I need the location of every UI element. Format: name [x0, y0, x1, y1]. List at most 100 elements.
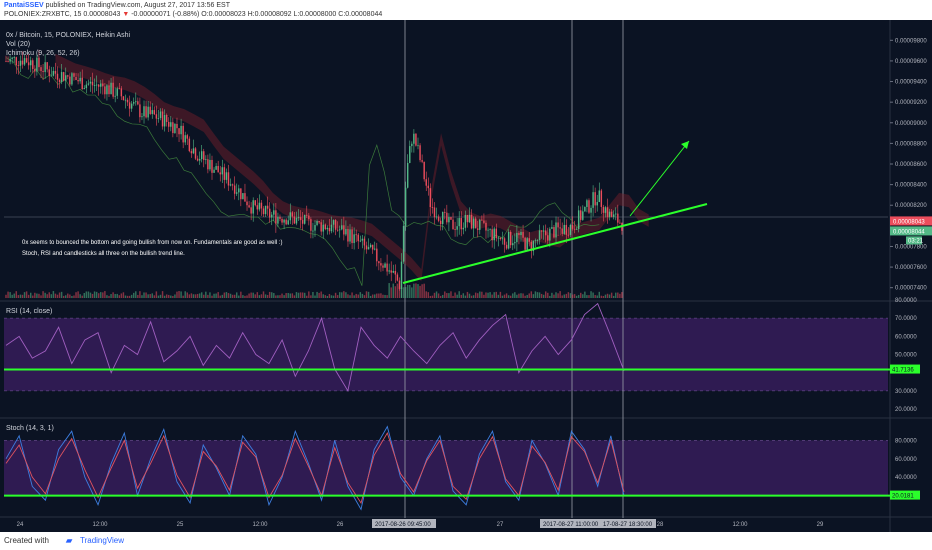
volume-bar — [450, 291, 452, 298]
volume-bar — [456, 294, 458, 298]
volume-bar — [287, 292, 289, 298]
volume-bar — [48, 292, 50, 298]
time-tick-label: 12:00 — [732, 522, 748, 528]
volume-bar — [338, 292, 341, 298]
volume-bar — [542, 294, 545, 298]
volume-bar — [487, 292, 489, 298]
volume-bars — [5, 283, 623, 298]
volume-bar — [332, 295, 335, 298]
volume-bar — [386, 295, 388, 298]
candle-body — [29, 60, 32, 66]
volume-bar — [100, 292, 102, 298]
last-price: 0.00008043 — [83, 11, 121, 18]
candle-body — [367, 247, 370, 250]
candle-body — [497, 237, 500, 239]
volume-bar — [621, 292, 623, 298]
candle-body — [400, 261, 403, 289]
candle-body — [505, 244, 508, 249]
candle-body — [409, 146, 411, 163]
volume-bar — [503, 294, 506, 298]
candle-body — [353, 234, 355, 244]
candle-body — [536, 240, 539, 241]
candle-body — [392, 271, 395, 273]
volume-bar — [207, 294, 209, 298]
volume-bar — [382, 294, 384, 298]
volume-bar — [363, 295, 366, 298]
time-tick-label: 12:00 — [252, 522, 268, 528]
volume-bar — [209, 292, 211, 298]
candle-body — [238, 188, 240, 193]
chart-svg[interactable]: 0.00009800 0.00009600 0.00009400 0.00009200… — [0, 20, 932, 532]
volume-bar — [324, 295, 327, 298]
candle-body — [577, 210, 580, 230]
volume-bar — [388, 283, 390, 298]
volume-bar — [345, 292, 347, 298]
candle-body — [221, 167, 224, 175]
volume-bar — [470, 295, 473, 298]
volume-bar — [561, 295, 563, 298]
marker-date-1: 2017-08-26 09:45:00 — [375, 522, 431, 528]
candle-body — [555, 222, 557, 238]
volume-bar — [310, 295, 312, 298]
volume-bar — [530, 291, 533, 298]
volume-bar — [374, 294, 376, 298]
volume-bar — [528, 293, 530, 298]
volume-bar — [34, 292, 36, 298]
candle-body — [281, 218, 283, 223]
volume-bar — [347, 294, 349, 298]
candle-body — [345, 229, 347, 235]
candle-body — [161, 111, 164, 127]
candle-body — [219, 172, 221, 175]
volume-bar — [174, 294, 176, 298]
candle-body — [174, 123, 176, 134]
candle-body — [470, 214, 473, 229]
candle-body — [441, 211, 444, 225]
candle-body — [590, 207, 592, 213]
candle-body — [143, 106, 145, 117]
candle-body — [258, 202, 261, 210]
volume-bar — [275, 295, 277, 298]
volume-bar — [425, 291, 427, 298]
candle-body — [5, 60, 7, 62]
candle-body — [112, 82, 114, 97]
volume-bar — [421, 284, 423, 298]
volume-bar — [612, 295, 615, 298]
countdown-label: 03:21 — [908, 238, 924, 244]
candle-body — [423, 161, 425, 180]
volume-bar — [507, 295, 510, 298]
candle-body — [606, 207, 609, 218]
volume-bar — [106, 295, 108, 298]
volume-bar — [11, 294, 13, 298]
candle-body — [604, 207, 607, 213]
volume-bar — [586, 295, 588, 298]
candle-body — [151, 110, 153, 114]
tradingview-logo-icon[interactable]: ▰ — [66, 536, 72, 545]
publish-line: PantaiSSEV published on TradingView.com,… — [4, 2, 230, 9]
author-link[interactable]: PantaiSSEV — [4, 2, 44, 9]
chart-area[interactable]: 0.00009800 0.00009600 0.00009400 0.00009200… — [0, 20, 932, 532]
candle-body — [203, 151, 205, 160]
volume-bar — [182, 295, 184, 298]
symbol-line: POLONIEX:ZRXBTC, 15 0.00008043 ▼ -0.0000… — [4, 11, 382, 18]
volume-bar — [163, 295, 166, 298]
volume-bar — [120, 293, 123, 298]
candle-body — [73, 73, 75, 77]
volume-bar — [520, 293, 522, 298]
volume-bar — [248, 293, 250, 298]
candle-body — [194, 148, 197, 159]
volume-bar — [365, 291, 368, 298]
candle-body — [168, 121, 170, 127]
volume-bar — [223, 292, 226, 298]
rsi-legend: RSI (14, close) — [6, 308, 52, 315]
candle-body — [248, 205, 250, 208]
volume-bar — [555, 292, 557, 298]
volume-bar — [606, 293, 609, 298]
tradingview-link[interactable]: TradingView — [80, 536, 124, 545]
volume-bar — [277, 295, 279, 298]
volume-bar — [291, 293, 294, 298]
candle-body — [40, 67, 42, 72]
volume-bar — [38, 293, 40, 298]
price-tick-label: 0.00009800 — [895, 38, 927, 44]
candle-body — [413, 133, 415, 144]
candle-body — [378, 261, 380, 264]
